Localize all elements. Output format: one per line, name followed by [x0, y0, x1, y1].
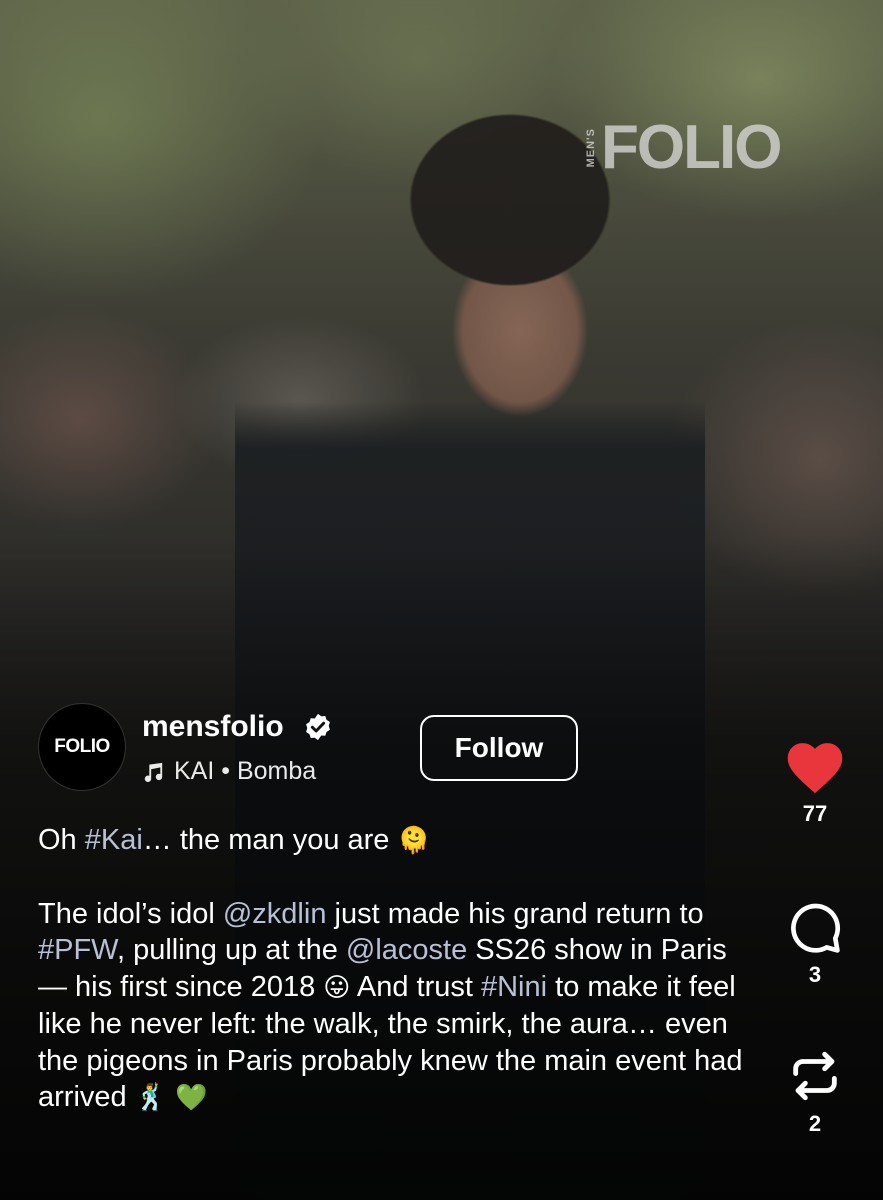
verified-badge-icon — [306, 713, 330, 741]
follow-button[interactable]: Follow — [420, 715, 578, 781]
comment-bubble-icon[interactable] — [787, 900, 843, 956]
repost-action[interactable]: 2 — [770, 1047, 860, 1137]
caption-text: , pulling up at the — [116, 934, 346, 966]
caption-line-1: Oh #Kai… the man you are 🫠 — [38, 822, 758, 860]
avatar[interactable]: FOLIO — [38, 703, 126, 791]
caption-text: And trust — [350, 970, 481, 1003]
comment-count: 3 — [808, 962, 822, 987]
caption-text: … the man you are — [142, 824, 398, 856]
tongue-face-emoji: 😛 — [323, 972, 351, 1003]
caption-text: Oh — [38, 824, 85, 856]
hashtag-pfw[interactable]: #PFW — [38, 934, 117, 966]
watermark-brand-text: FOLIO — [601, 113, 782, 182]
heart-icon[interactable] — [782, 735, 848, 795]
repost-icon[interactable] — [786, 1047, 844, 1105]
avatar-text: FOLIO — [54, 736, 110, 757]
like-action[interactable]: 77 — [770, 735, 860, 827]
hashtag-nini[interactable]: #Nini — [481, 971, 547, 1003]
reel-viewer: MEN'S FOLIO FOLIO mensfolio KAI • Bomba … — [0, 0, 883, 1200]
like-count: 77 — [802, 801, 828, 826]
music-note-icon — [144, 762, 163, 782]
mention-lacoste[interactable]: @lacoste — [346, 934, 467, 966]
audio-track[interactable]: KAI • Bomba — [142, 757, 316, 786]
post-caption[interactable]: Oh #Kai… the man you are 🫠 The idol’s id… — [38, 822, 758, 1117]
brand-watermark: MEN'S FOLIO — [585, 112, 782, 183]
repost-count: 2 — [808, 1111, 822, 1136]
watermark-small-text: MEN'S — [585, 127, 597, 168]
green-heart-emoji: 💚 — [175, 1083, 208, 1113]
hashtag-kai[interactable]: #Kai — [85, 824, 143, 856]
caption-text: just made his grand return to — [326, 897, 704, 930]
caption-paragraph-2: The idol’s idol @zkdlin just made his gr… — [38, 896, 758, 1117]
caption-text: The idol’s idol — [38, 897, 223, 930]
dancing-man-emoji: 🕺 — [134, 1083, 168, 1113]
comment-action[interactable]: 3 — [770, 900, 860, 988]
melting-face-emoji: 🫠 — [397, 826, 430, 856]
username[interactable]: mensfolio — [142, 710, 284, 744]
mention-zkdlin[interactable]: @zkdlin — [223, 898, 327, 930]
audio-track-label: KAI • Bomba — [174, 757, 317, 785]
